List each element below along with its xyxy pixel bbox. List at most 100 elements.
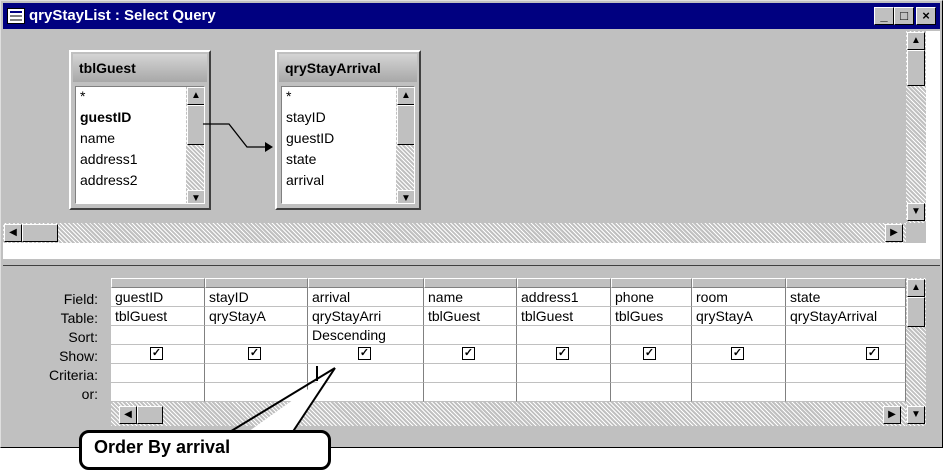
show-checkbox[interactable]: ✓ (731, 347, 744, 360)
grid-field-cell[interactable]: guestID (111, 288, 205, 307)
design-grid-pane: Field: Table: Sort: Show: Criteria: or: … (3, 266, 940, 445)
column-selector[interactable] (308, 278, 424, 288)
scroll-corner (906, 223, 926, 243)
query-design-grid[interactable]: guestID tblGuest ✓ stayID qryStayA ✓ arr… (111, 278, 906, 426)
grid-field-cell[interactable]: stayID (205, 288, 308, 307)
scroll-right-icon[interactable]: ▶ (885, 224, 903, 242)
grid-sort-cell[interactable] (611, 326, 692, 345)
grid-table-cell[interactable]: qryStayArrival (786, 307, 906, 326)
join-line[interactable] (3, 31, 423, 221)
grid-hscrollbar[interactable]: ◀ ▶ (111, 402, 906, 426)
grid-field-cell[interactable]: room (692, 288, 786, 307)
grid-sort-cell[interactable] (111, 326, 205, 345)
callout-bubble: Order By arrival (79, 430, 331, 470)
show-checkbox[interactable]: ✓ (150, 347, 163, 360)
scroll-left-icon[interactable]: ◀ (119, 406, 137, 424)
column-selector[interactable] (424, 278, 517, 288)
grid-criteria-cell[interactable] (205, 364, 308, 383)
title-bar[interactable]: qryStayList : Select Query _ □ × (3, 3, 940, 29)
scroll-thumb[interactable] (22, 224, 58, 242)
scroll-left-icon[interactable]: ◀ (4, 224, 22, 242)
column-selector[interactable] (611, 278, 692, 288)
grid-table-cell[interactable]: qryStayA (205, 307, 308, 326)
grid-criteria-cell[interactable] (692, 364, 786, 383)
grid-show-cell[interactable]: ✓ (424, 345, 517, 364)
table-pane-hscrollbar[interactable]: ◀ ▶ (3, 223, 906, 243)
pane-splitter[interactable] (3, 258, 940, 266)
show-checkbox[interactable]: ✓ (643, 347, 656, 360)
grid-show-cell[interactable]: ✓ (786, 345, 906, 364)
show-checkbox[interactable]: ✓ (358, 347, 371, 360)
grid-criteria-cell[interactable] (517, 364, 611, 383)
grid-field-cell[interactable]: name (424, 288, 517, 307)
row-label-criteria: Criteria: (48, 367, 98, 383)
column-selector[interactable] (786, 278, 906, 288)
column-selector[interactable] (692, 278, 786, 288)
grid-sort-cell[interactable] (205, 326, 308, 345)
grid-field-cell[interactable]: state (786, 288, 906, 307)
grid-criteria-cell[interactable] (611, 364, 692, 383)
grid-sort-cell[interactable] (424, 326, 517, 345)
row-label-or: or: (81, 386, 98, 402)
grid-table-cell[interactable]: tblGuest (111, 307, 205, 326)
grid-sort-cell[interactable] (517, 326, 611, 345)
scroll-down-icon[interactable]: ▼ (907, 406, 925, 424)
scroll-up-icon[interactable]: ▲ (907, 32, 925, 50)
grid-criteria-cell[interactable] (424, 364, 517, 383)
grid-or-cell[interactable] (517, 383, 611, 402)
scroll-thumb[interactable] (907, 50, 925, 86)
grid-or-cell[interactable] (786, 383, 906, 402)
restore-button[interactable]: □ (894, 7, 914, 25)
grid-criteria-cell[interactable] (308, 364, 424, 383)
grid-table-cell[interactable]: qryStayArri (308, 307, 424, 326)
grid-field-cell[interactable]: address1 (517, 288, 611, 307)
grid-show-cell[interactable]: ✓ (517, 345, 611, 364)
scroll-thumb[interactable] (137, 406, 163, 424)
grid-or-cell[interactable] (611, 383, 692, 402)
row-label-show: Show: (59, 348, 98, 364)
grid-sort-cell[interactable]: Descending (308, 326, 424, 345)
window-title: qryStayList : Select Query (29, 7, 216, 24)
show-checkbox[interactable]: ✓ (248, 347, 261, 360)
grid-or-cell[interactable] (424, 383, 517, 402)
grid-or-cell[interactable] (205, 383, 308, 402)
grid-show-cell[interactable]: ✓ (308, 345, 424, 364)
grid-show-cell[interactable]: ✓ (205, 345, 308, 364)
row-label-sort: Sort: (68, 329, 98, 345)
column-selector[interactable] (111, 278, 205, 288)
row-label-field: Field: (63, 291, 98, 307)
grid-sort-cell[interactable] (786, 326, 906, 345)
row-label-table: Table: (60, 310, 98, 326)
grid-show-cell[interactable]: ✓ (111, 345, 205, 364)
show-checkbox[interactable]: ✓ (462, 347, 475, 360)
grid-or-cell[interactable] (111, 383, 205, 402)
grid-sort-cell[interactable] (692, 326, 786, 345)
grid-table-cell[interactable]: tblGuest (424, 307, 517, 326)
table-pane-vscrollbar[interactable]: ▲ ▼ (906, 31, 926, 223)
grid-table-cell[interactable]: tblGues (611, 307, 692, 326)
minimize-button[interactable]: _ (874, 7, 894, 25)
column-selector[interactable] (517, 278, 611, 288)
grid-table-cell[interactable]: qryStayA (692, 307, 786, 326)
grid-show-cell[interactable]: ✓ (692, 345, 786, 364)
close-button[interactable]: × (916, 7, 936, 25)
query-design-icon (7, 8, 25, 24)
show-checkbox[interactable]: ✓ (556, 347, 569, 360)
grid-table-cell[interactable]: tblGuest (517, 307, 611, 326)
scroll-down-icon[interactable]: ▼ (907, 203, 925, 221)
column-selector[interactable] (205, 278, 308, 288)
grid-criteria-cell[interactable] (111, 364, 205, 383)
query-window: qryStayList : Select Query _ □ × tblGues… (0, 0, 943, 448)
grid-vscrollbar[interactable]: ▲ ▼ (906, 278, 926, 426)
scroll-thumb[interactable] (907, 297, 925, 327)
grid-field-cell[interactable]: arrival (308, 288, 424, 307)
table-pane: tblGuest * guestID name address1 address… (3, 31, 940, 258)
scroll-right-icon[interactable]: ▶ (883, 406, 901, 424)
show-checkbox[interactable]: ✓ (866, 347, 879, 360)
grid-or-cell[interactable] (308, 383, 424, 402)
grid-criteria-cell[interactable] (786, 364, 906, 383)
grid-or-cell[interactable] (692, 383, 786, 402)
scroll-up-icon[interactable]: ▲ (907, 279, 925, 297)
grid-field-cell[interactable]: phone (611, 288, 692, 307)
grid-show-cell[interactable]: ✓ (611, 345, 692, 364)
